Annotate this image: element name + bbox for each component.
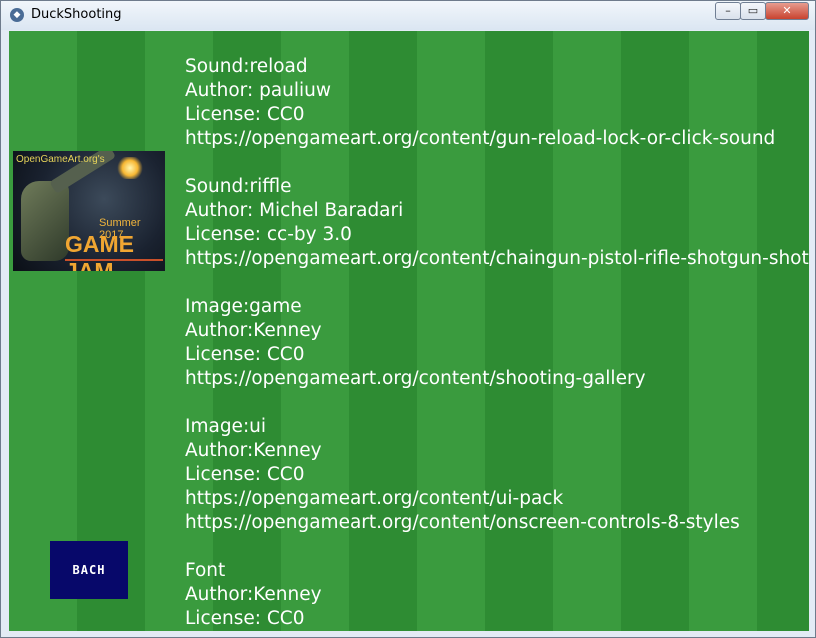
- muzzle-flash-icon: [117, 157, 143, 179]
- logo-title-text: GAME JAM: [65, 231, 134, 271]
- credit-line: License: CC0: [185, 464, 305, 485]
- credit-spacer: [185, 151, 809, 175]
- logo-top-text: OpenGameArt.org's: [16, 154, 105, 165]
- logo-underline: [65, 259, 163, 261]
- app-window: ◆ DuckShooting – ▭ ✕ OpenGameArt.org's S…: [0, 0, 816, 638]
- credit-line: Author: Michel Baradari: [185, 200, 404, 221]
- credits-list: Sound:reload Author: pauliuw License: CC0 h…: [185, 55, 809, 631]
- credit-spacer: [185, 535, 809, 559]
- credit-line: Sound:reload: [185, 56, 308, 77]
- credit-block: Image:ui Author:Kenney License: CC0 https:/…: [185, 415, 809, 535]
- game-jam-logo: OpenGameArt.org's Summer 2017 GAME JAM: [13, 151, 165, 271]
- credit-link[interactable]: https://opengameart.org/content/shooting…: [185, 367, 809, 391]
- credit-block: Sound:reload Author: pauliuw License: CC0 h…: [185, 55, 809, 151]
- credit-line: License: CC0: [185, 104, 305, 125]
- credit-link[interactable]: https://opengameart.org/content/onscreen…: [185, 511, 809, 535]
- robot-illustration: [21, 181, 69, 261]
- game-viewport: OpenGameArt.org's Summer 2017 GAME JAM S…: [9, 31, 809, 631]
- minimize-button[interactable]: –: [715, 2, 741, 20]
- credit-spacer: [185, 271, 809, 295]
- credit-line: Author: pauliuw: [185, 80, 332, 101]
- credit-line: Author:Kenney: [185, 440, 322, 461]
- credit-link[interactable]: https://opengameart.org/content/ui-pack: [185, 487, 809, 511]
- credit-spacer: [185, 391, 809, 415]
- credit-line: Image:game: [185, 296, 302, 317]
- credit-line: Font: [185, 560, 226, 581]
- restore-button[interactable]: ▭: [740, 2, 766, 20]
- credit-line: Sound:riffle: [185, 176, 292, 197]
- credit-link[interactable]: https://opengameart.org/content/chaingun…: [185, 247, 809, 271]
- credit-line: License: CC0: [185, 608, 305, 629]
- credit-block: Font Author:Kenney License: CC0: [185, 559, 809, 631]
- credit-line: Author:Kenney: [185, 584, 322, 605]
- back-button[interactable]: BACH: [50, 541, 128, 599]
- credit-line: Image:ui: [185, 416, 267, 437]
- credit-line: License: cc-by 3.0: [185, 224, 352, 245]
- close-button[interactable]: ✕: [765, 2, 809, 20]
- credit-line: Author:Kenney: [185, 320, 322, 341]
- credit-link[interactable]: https://opengameart.org/content/gun-relo…: [185, 127, 809, 151]
- window-title: DuckShooting: [31, 7, 122, 22]
- credit-block: Image:game Author:Kenney License: CC0 https…: [185, 295, 809, 391]
- app-icon: ◆: [10, 8, 24, 22]
- credit-line: License: CC0: [185, 344, 305, 365]
- title-bar[interactable]: ◆ DuckShooting – ▭ ✕: [1, 1, 815, 30]
- credit-block: Sound:riffle Author: Michel Baradari Licen…: [185, 175, 809, 271]
